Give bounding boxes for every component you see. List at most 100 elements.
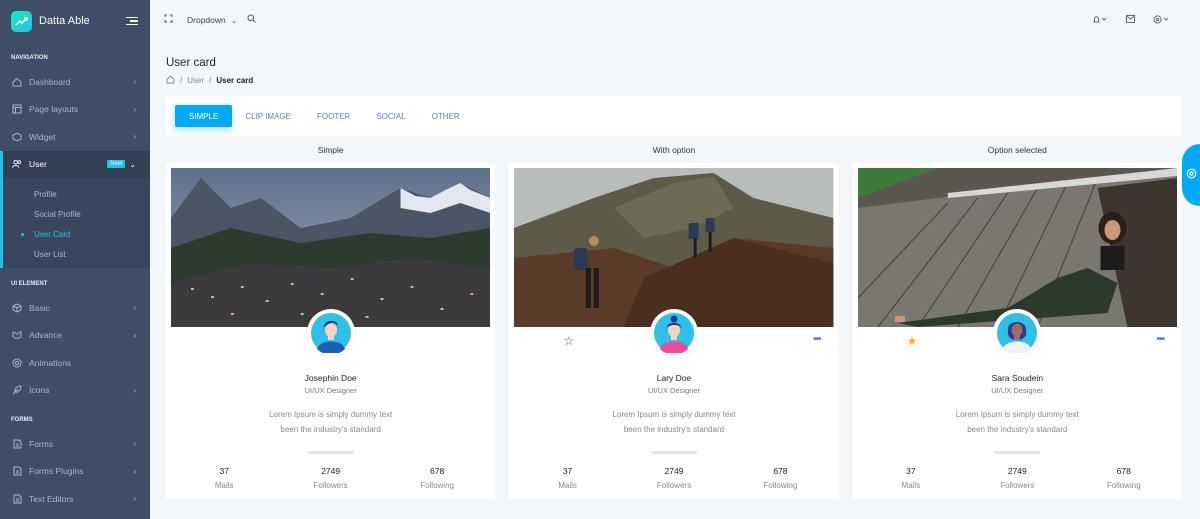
avatar — [649, 309, 698, 357]
sidebar: Datta Able Navigation Dashboard › Page l… — [0, 0, 150, 519]
stat-label: Following — [420, 481, 454, 490]
column-title: Option selected — [987, 145, 1047, 155]
file-text-icon — [12, 439, 22, 449]
sidebar-item-widget[interactable]: Widget › — [0, 123, 150, 151]
user-info: Lary Doe UI/UX Designer Lorem Ipsum is s… — [514, 373, 833, 490]
description-line: been the industry's standard — [967, 425, 1068, 434]
sidebar-item-basic[interactable]: Basic › — [0, 294, 150, 322]
topbar: Dropdown ⌄ — [150, 0, 1200, 40]
user-submenu: Profile Social Profile User Card User Li… — [0, 178, 150, 268]
bell-icon[interactable] — [1092, 15, 1108, 26]
section-caption-ui-element: UI Element — [11, 281, 48, 287]
submenu-item-profile[interactable]: Profile — [0, 184, 150, 204]
star-filled-icon[interactable]: ★ — [907, 334, 918, 348]
tab-footer[interactable]: FOOTER — [304, 105, 363, 127]
sidebar-item-text-editors[interactable]: Text Editors › — [0, 485, 150, 513]
sidebar-item-label: Forms — [29, 438, 54, 449]
user-card: ☆ ••• Lary Doe UI/UX Designer Lorem Ipsu… — [509, 163, 839, 499]
stat-value: 678 — [1116, 466, 1131, 476]
tab-clip-image[interactable]: CLIP IMAGE — [232, 105, 304, 127]
submenu-item-social-profile[interactable]: Social Profile — [0, 204, 150, 224]
section-caption-forms: Forms — [11, 417, 33, 423]
avatar — [993, 309, 1042, 357]
stat-label: Mails — [214, 481, 234, 490]
home-icon[interactable] — [166, 75, 175, 86]
sidebar-item-user[interactable]: User New ⌄ — [0, 150, 150, 178]
cover-image — [857, 168, 1177, 327]
breadcrumb-user[interactable]: User — [187, 76, 204, 85]
stat-label: Mails — [901, 481, 921, 490]
tab-simple[interactable]: SIMPLE — [175, 105, 233, 127]
stat-value: 678 — [773, 466, 788, 476]
sidebar-item-page-layouts[interactable]: Page layouts › — [0, 96, 150, 124]
stat-mails: 37 Mails — [858, 466, 964, 490]
chevron-down-icon: ⌄ — [129, 159, 136, 169]
tab-social[interactable]: SOCIAL — [363, 105, 418, 127]
sidebar-item-dashboard[interactable]: Dashboard › — [0, 68, 150, 96]
menu-toggle-icon[interactable] — [126, 16, 138, 26]
gift-icon — [12, 330, 22, 340]
dropdown-button[interactable]: Dropdown ⌄ — [187, 15, 237, 25]
divider — [650, 451, 697, 454]
stat-value: 37 — [906, 466, 916, 476]
description-line: been the industry's standard — [280, 425, 381, 434]
sidebar-item-icons[interactable]: Icons › — [0, 377, 150, 405]
sidebar-item-label: Basic — [29, 302, 50, 313]
star-outline-icon[interactable]: ☆ — [563, 334, 574, 348]
new-badge: New — [107, 160, 126, 169]
box-icon — [12, 303, 22, 313]
description-line: been the industry's standard — [623, 425, 725, 434]
brand-name: Datta Able — [39, 15, 90, 27]
user-role: UI/UX Designer — [304, 386, 357, 395]
column-title: With option — [652, 145, 696, 155]
user-description: Lorem Ipsum is simply dummy text been the… — [514, 407, 833, 437]
sidebar-item-animations[interactable]: Animations — [0, 349, 150, 377]
chevron-right-icon: › — [133, 104, 136, 114]
card-column: With option ☆ ••• Lary Doe UI/UX Designe… — [509, 143, 839, 499]
description-line: Lorem Ipsum is simply dummy text — [269, 410, 393, 419]
breadcrumb-current: User card — [216, 76, 254, 85]
user-stats: 37 Mails 2749 Followers 678 Following — [514, 466, 833, 490]
stat-mails: 37 Mails — [171, 466, 277, 490]
settings-icon — [1186, 168, 1197, 182]
description-line: Lorem Ipsum is simply dummy text — [955, 410, 1079, 419]
submenu-item-user-card[interactable]: User Card — [0, 224, 150, 244]
stat-label: Followers — [1000, 481, 1035, 490]
sidebar-item-forms-plugins[interactable]: Forms Plugins › — [0, 458, 150, 486]
fullscreen-icon[interactable] — [164, 14, 173, 26]
stat-value: 678 — [430, 466, 445, 476]
stat-following: 678 Following — [727, 466, 833, 490]
stat-followers: 2749 Followers — [277, 466, 383, 490]
user-name: Sara Soudein — [991, 373, 1044, 383]
card-column: Simple Josephin Doe UI/UX Designer Lorem… — [166, 143, 496, 499]
search-icon[interactable] — [247, 14, 257, 26]
tab-other[interactable]: OTHER — [419, 105, 473, 127]
more-options-icon[interactable]: ••• — [813, 334, 821, 345]
chevron-right-icon: › — [133, 303, 136, 313]
settings-icon[interactable] — [1153, 14, 1170, 26]
user-name: Lary Doe — [656, 373, 692, 383]
submenu-item-user-list[interactable]: User List — [0, 244, 150, 264]
user-description: Lorem Ipsum is simply dummy text been the… — [171, 407, 490, 437]
stat-label: Followers — [656, 481, 692, 490]
divider — [307, 451, 354, 454]
box-icon — [12, 132, 22, 142]
chevron-right-icon: › — [133, 466, 136, 476]
user-info: Josephin Doe UI/UX Designer Lorem Ipsum … — [171, 373, 490, 490]
topbar-actions — [1092, 14, 1170, 26]
sidebar-item-label: Icons — [29, 385, 50, 396]
sidebar-item-advance[interactable]: Advance › — [0, 322, 150, 350]
page-title: User card — [166, 57, 216, 69]
stat-value: 2749 — [664, 466, 684, 476]
user-role: UI/UX Designer — [647, 386, 701, 395]
stat-value: 37 — [562, 466, 573, 476]
mail-icon[interactable] — [1126, 15, 1135, 25]
sidebar-item-forms[interactable]: Forms › — [0, 430, 150, 458]
more-options-icon[interactable]: ••• — [1156, 334, 1164, 345]
sidebar-item-label: Forms Plugins — [29, 466, 84, 477]
file-text-icon — [12, 494, 22, 504]
user-role: UI/UX Designer — [991, 386, 1044, 395]
chevron-right-icon: › — [133, 132, 136, 142]
config-panel-toggle[interactable] — [1182, 144, 1200, 206]
user-card: Josephin Doe UI/UX Designer Lorem Ipsum … — [166, 163, 496, 499]
